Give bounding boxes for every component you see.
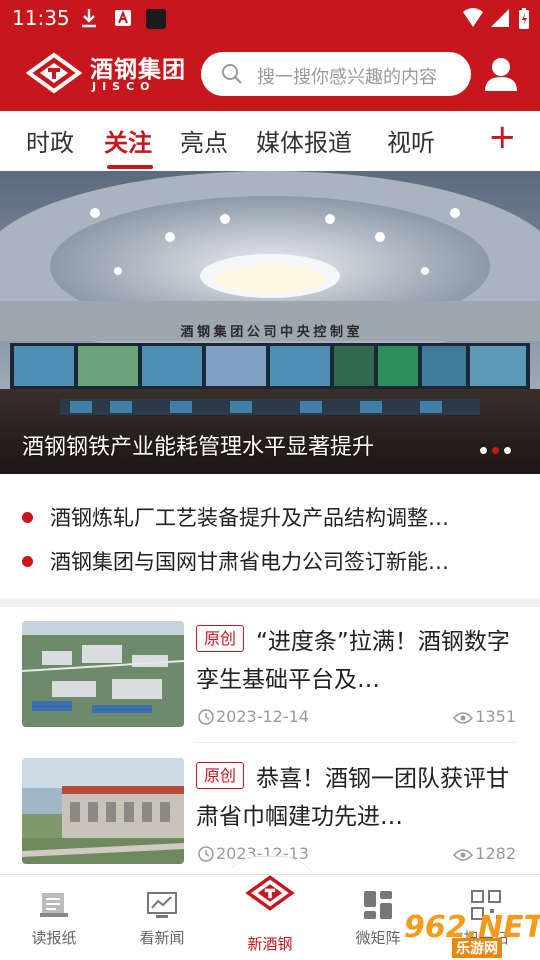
banner-caption: 酒钢钢铁产业能耗管理水平显著提升 [22,435,375,460]
add-tab-button[interactable]: + [488,117,517,157]
news-title: 恭喜！酒钢一团队获评甘肃省巾帼建功先进… [196,766,509,830]
user-icon [485,58,517,91]
clock-icon [198,846,214,862]
card-divider [196,742,518,743]
status-time: 11:35 [12,6,70,30]
section-separator [0,598,540,607]
banner-carousel[interactable]: 酒 钢 集 团 公 司 中 央 控 制 室 酒钢钢铁产业能耗管理水平显著提升 [0,171,540,474]
user-button[interactable] [484,56,518,92]
tab-meiti-baodao[interactable]: 媒体报道 [256,123,352,158]
headline-list: 酒钢炼轧厂工艺装备提升及产品结构调整… 酒钢集团与国网甘肃省电力公司签订新能… [0,474,540,598]
news-thumbnail [22,621,184,727]
search-icon [222,64,242,84]
news-views: 1351 [453,707,516,726]
grid-icon [364,891,392,919]
app-header: 11:35 酒钢集团 JISCO 搜一搜你感兴趣的内容 [0,0,540,111]
headline-item[interactable]: 酒钢炼轧厂工艺装备提升及产品结构调整… [22,502,522,532]
nav-label: 新酒钢 [247,935,293,953]
search-placeholder: 搜一搜你感兴趣的内容 [257,67,437,88]
tab-guanzhu[interactable]: 关注 [104,123,152,158]
bullet-icon [22,556,33,567]
news-date: 2023-12-14 [198,707,309,726]
news-card[interactable]: 原创 “进度条”拉满！酒钢数字孪生基础平台及… 2023-12-14 1351 [0,621,540,751]
site-watermark: 962.NET 乐游网 [404,910,540,958]
bullet-icon [22,512,33,523]
nav-read-newspaper[interactable]: 读报纸 [4,875,104,960]
news-thumbnail [22,758,184,864]
chart-news-icon [147,892,177,918]
news-views-count: 1351 [475,707,516,726]
news-views-count: 1282 [475,844,516,863]
watermark-sub: 乐游网 [452,938,502,958]
signal-icon [490,8,510,32]
news-views: 1282 [453,844,516,863]
search-input[interactable]: 搜一搜你感兴趣的内容 [201,52,471,96]
jisco-logo-icon [25,52,83,94]
brand-logo[interactable]: 酒钢集团 JISCO [25,50,186,96]
carousel-dot[interactable] [480,447,487,454]
battery-icon [518,8,530,34]
jisco-logo-icon [245,875,295,911]
newspaper-icon [40,893,68,917]
eye-icon [453,849,474,861]
category-tabs: 时政 关注 亮点 媒体报道 视听 + [0,111,540,171]
nav-label: 看新闻 [139,929,185,947]
carousel-dots [480,439,516,458]
clock-icon [198,709,214,725]
wifi-icon [462,8,484,32]
carousel-dot-active[interactable] [492,447,499,454]
headline-text: 酒钢炼轧厂工艺装备提升及产品结构调整… [50,506,449,530]
tab-liangdian[interactable]: 亮点 [180,123,228,158]
nav-new-jisco[interactable]: 新酒钢 [220,875,320,960]
download-icon [80,8,98,32]
status-bar: 11:35 [0,0,540,38]
eye-icon [453,712,474,724]
app-notify-icon [114,8,132,32]
banner-wall-sign: 酒 钢 集 团 公 司 中 央 控 制 室 [180,324,359,339]
carousel-dot[interactable] [504,447,511,454]
nav-watch-news[interactable]: 看新闻 [112,875,212,960]
brand-name-cn: 酒钢集团 [90,57,186,83]
headline-text: 酒钢集团与国网甘肃省电力公司签订新能… [50,550,449,574]
headline-item[interactable]: 酒钢集团与国网甘肃省电力公司签订新能… [22,546,522,576]
active-tab-indicator [107,165,153,169]
app-square-icon [145,8,167,34]
tab-shiting[interactable]: 视听 [387,123,435,158]
news-date-text: 2023-12-14 [216,707,309,726]
tab-shizheng[interactable]: 时政 [26,123,74,158]
nav-label: 读报纸 [31,929,77,947]
news-title: “进度条”拉满！酒钢数字孪生基础平台及… [196,629,510,693]
brand-name-en: JISCO [92,80,156,93]
app-bar: 酒钢集团 JISCO 搜一搜你感兴趣的内容 [0,38,540,111]
